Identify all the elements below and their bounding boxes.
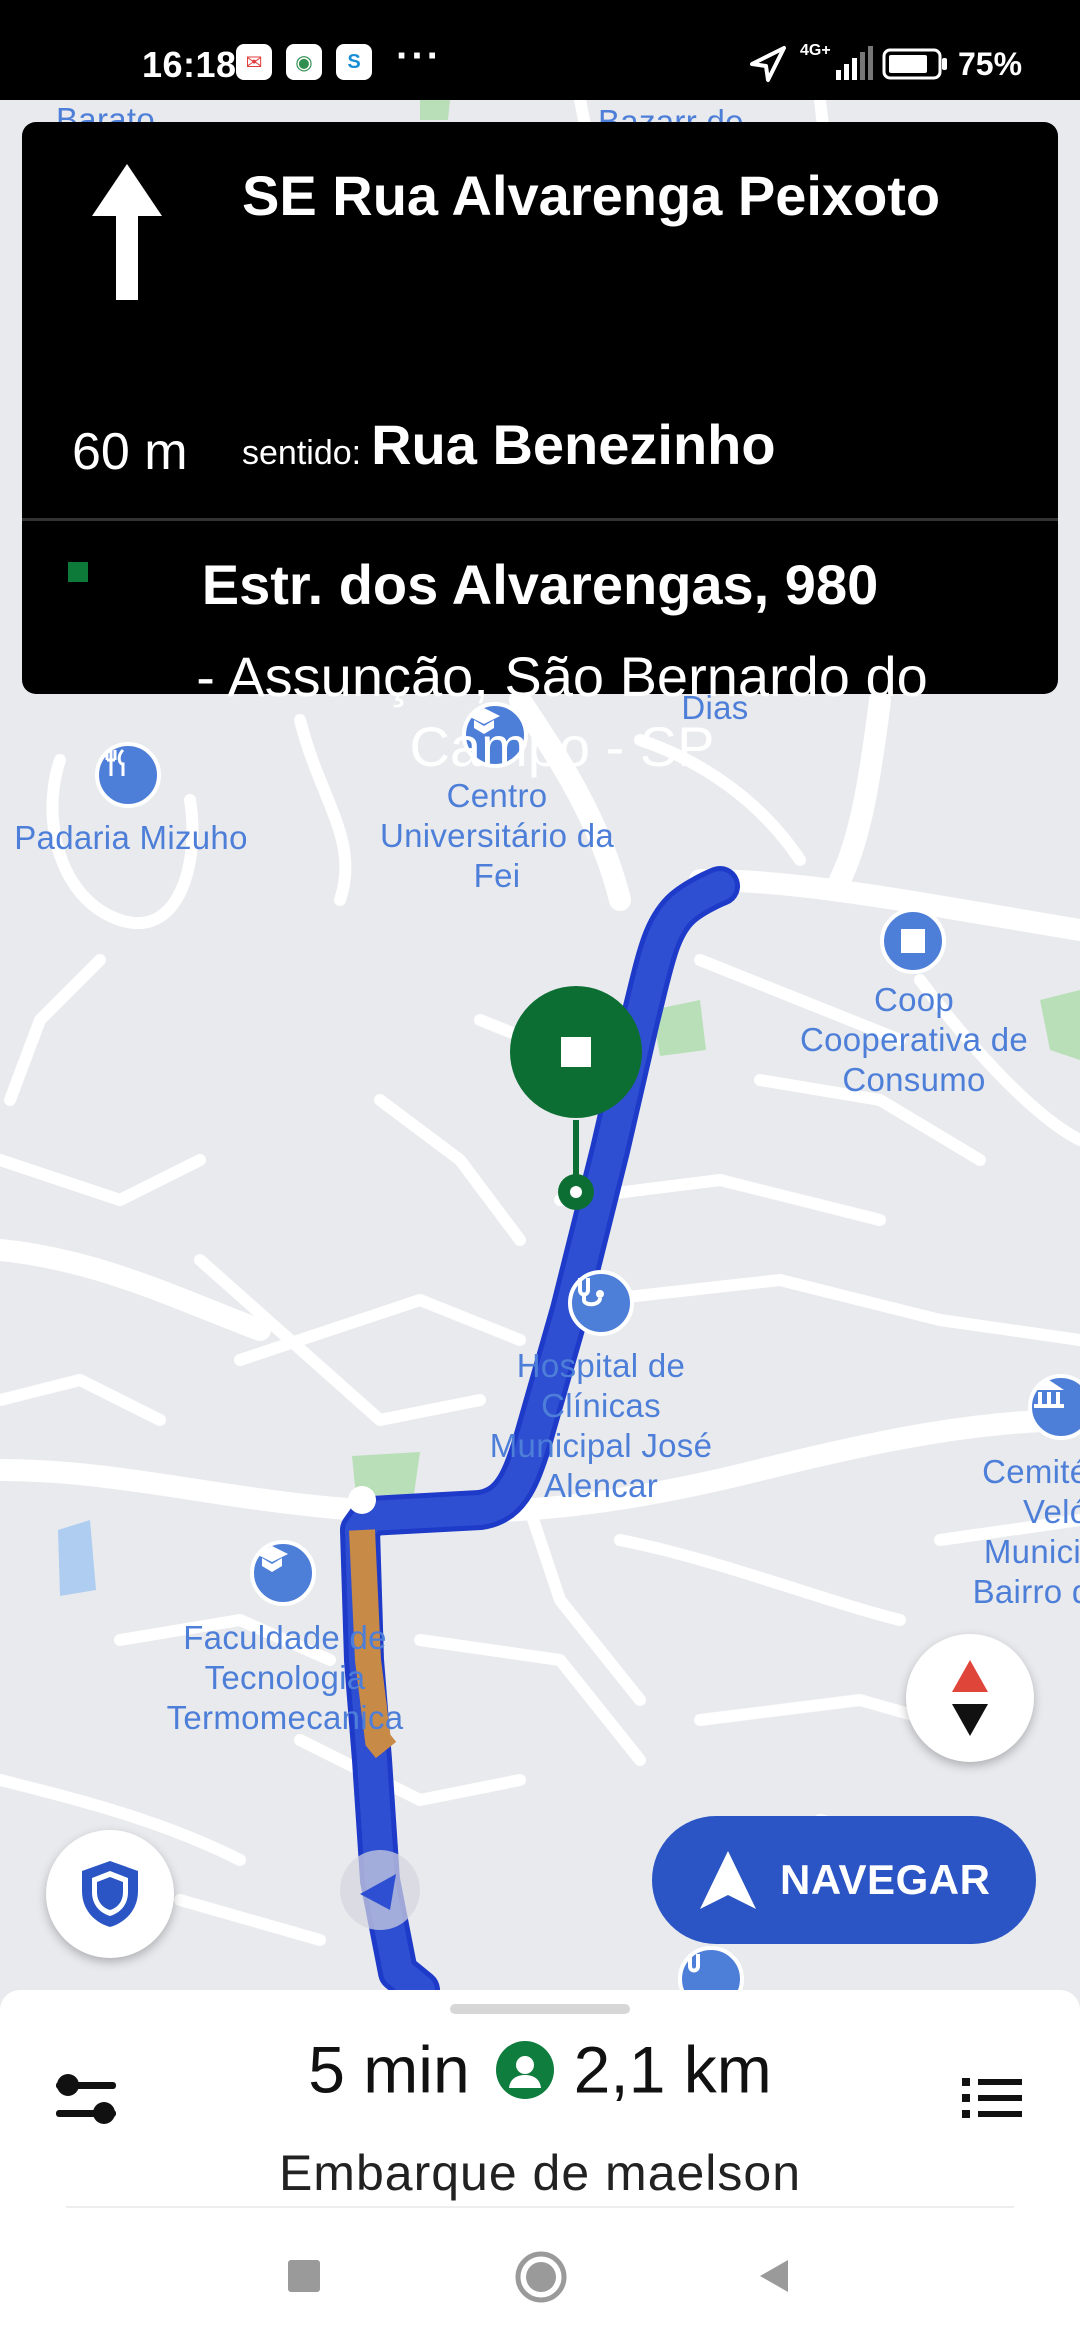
more-notifications-icon: ···: [396, 34, 442, 78]
maneuver-distance: 60 m: [72, 423, 188, 481]
compass-button[interactable]: [906, 1634, 1034, 1762]
sentido-label: sentido:: [242, 434, 362, 472]
status-time: 16:18: [142, 44, 237, 85]
network-type: 4G+: [800, 42, 831, 59]
safety-button[interactable]: [46, 1830, 174, 1958]
battery-icon: [882, 48, 947, 80]
notification-mail-icon: ✉: [236, 44, 272, 80]
home-icon[interactable]: [514, 2250, 568, 2304]
turn-instruction-panel[interactable]: 60 m SE Rua Alvarenga Peixoto sentido: Ru…: [22, 122, 1058, 778]
status-bar: 16:18 ✉ ◉ S ··· 4G+ 75%: [0, 0, 1080, 100]
battery-level: 75%: [958, 46, 1023, 82]
notification-app-icon: S: [336, 44, 372, 80]
destination-title: Estr. dos Alvarengas, 980: [201, 553, 879, 616]
system-navigation-bar: [0, 2222, 1080, 2340]
poi-cemiterio[interactable]: Cemitério Velório Municipal Bairro dos: [926, 1452, 1080, 1612]
person-icon: [495, 2040, 554, 2099]
hospital-icon[interactable]: [568, 1270, 634, 1336]
poi-centro-universitario-fei[interactable]: Centro Universitário da Fei: [364, 776, 630, 896]
school-icon[interactable]: [250, 1540, 316, 1606]
sentido-row: sentido: Rua Benezinho: [242, 412, 776, 477]
eta-time: 5 min: [308, 2032, 470, 2107]
sentido-street: Rua Benezinho: [371, 413, 776, 476]
maneuver-street: SE Rua Alvarenga Peixoto: [242, 164, 941, 227]
poi-padaria-mizuho[interactable]: Padaria Mizuho: [6, 818, 256, 858]
destination-subtitle: - Assunção, São Bernardo do Campo - SP: [196, 645, 928, 778]
poi-hospital-clinicas[interactable]: Hospital de Clínicas Municipal José Alen…: [476, 1346, 726, 1506]
divider: [22, 518, 1058, 521]
divider: [66, 2206, 1014, 2208]
eta-row: 5 min 2,1 km: [0, 2026, 1080, 2108]
location-arrow-icon: [750, 46, 786, 82]
poi-faculdade-termomecanica[interactable]: Faculdade de Tecnologia Termomecanica: [152, 1618, 418, 1738]
navegar-button[interactable]: NAVEGAR: [652, 1816, 1036, 1944]
sheet-handle[interactable]: [450, 2004, 630, 2014]
navigation-arrow-icon: [700, 1851, 756, 1909]
navegar-label: NAVEGAR: [780, 1856, 991, 1903]
back-icon[interactable]: [754, 2256, 794, 2296]
recents-icon[interactable]: [284, 2256, 324, 2296]
trip-subtitle: Embarque de maelson: [278, 2145, 802, 2201]
notification-maps-icon: ◉: [286, 44, 322, 80]
signal-icon: [836, 46, 873, 80]
eta-distance: 2,1 km: [573, 2032, 772, 2107]
list-icon[interactable]: [962, 2074, 1022, 2122]
arrow-up-icon: [92, 164, 162, 300]
poi-coop[interactable]: Coop Cooperativa de Consumo: [786, 980, 1042, 1100]
shield-icon: [82, 1861, 138, 1927]
shop-icon[interactable]: [880, 908, 946, 974]
compass-icon: [952, 1660, 988, 1736]
